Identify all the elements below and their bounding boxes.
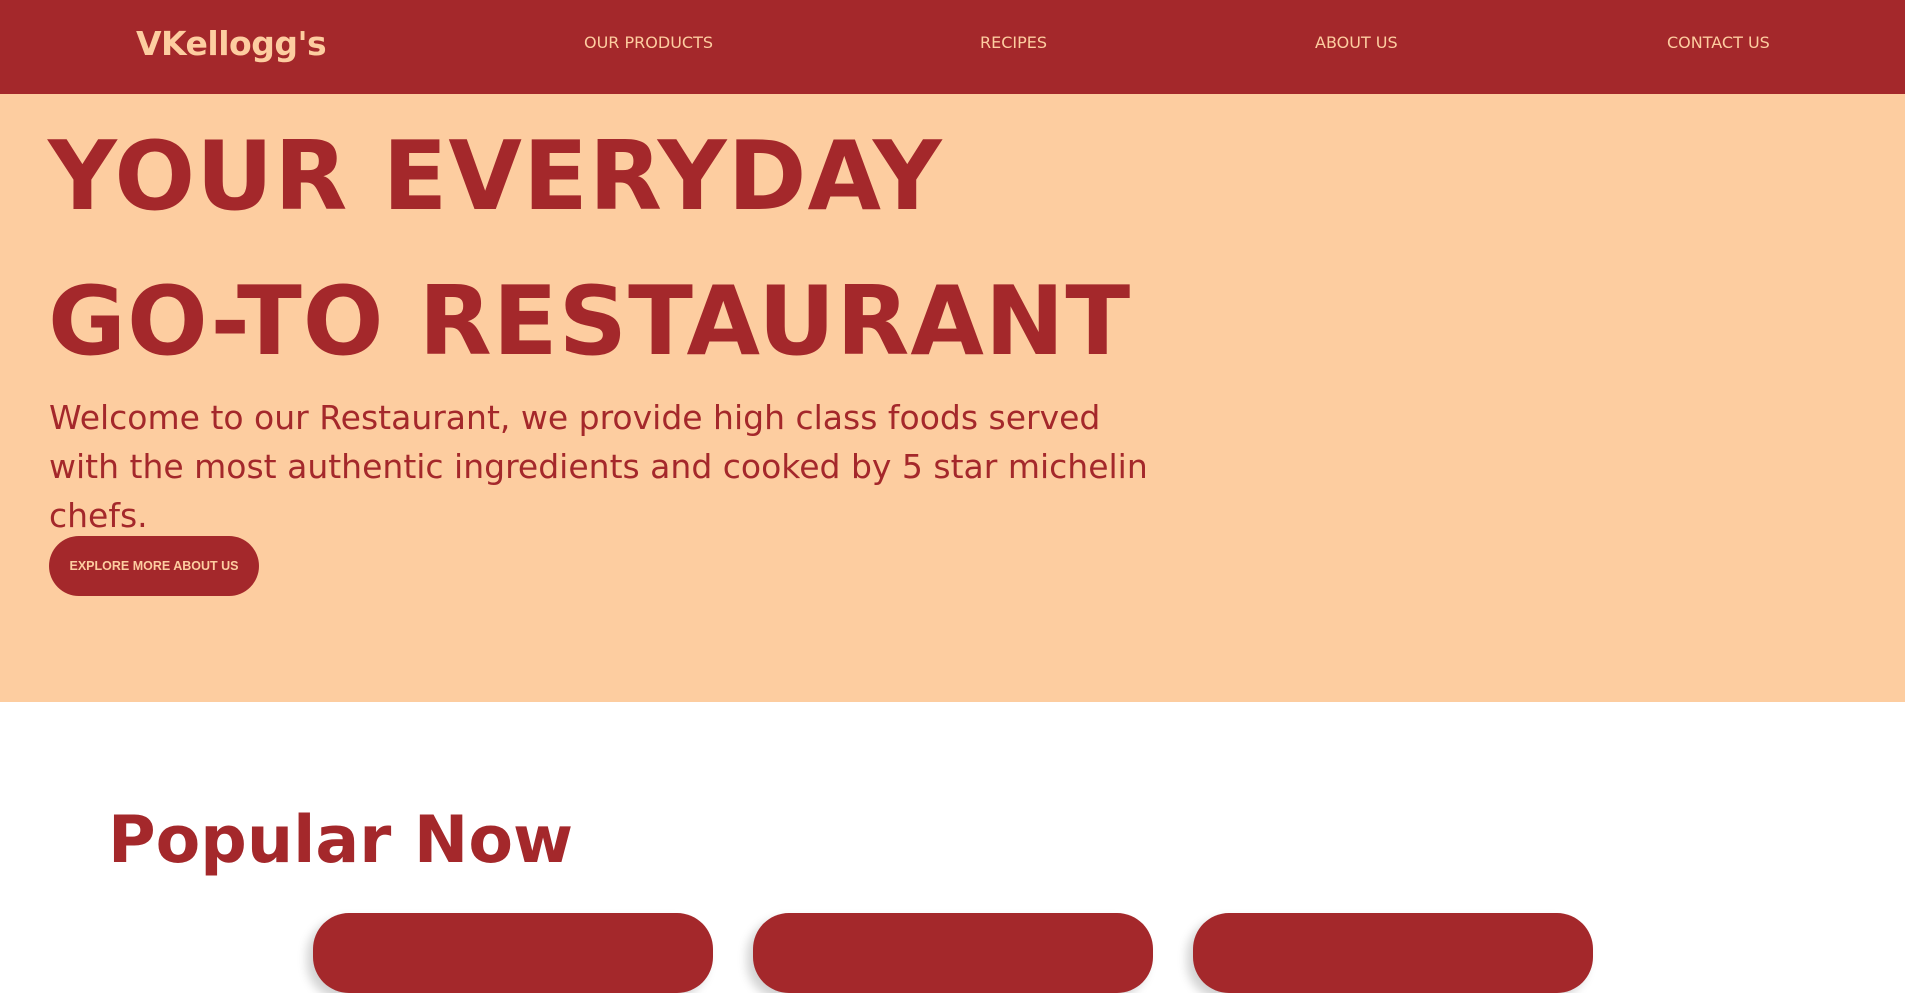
- nav-link-recipes[interactable]: RECIPES: [980, 33, 1047, 52]
- popular-card-3[interactable]: [1193, 913, 1593, 993]
- hero-heading-line-2: GO-TO RESTAURANT: [48, 267, 1132, 377]
- brand-logo[interactable]: VKellogg's: [136, 24, 327, 63]
- top-navbar: VKellogg's OUR PRODUCTS RECIPES ABOUT US…: [0, 0, 1905, 94]
- explore-more-button[interactable]: EXPLORE MORE ABOUT US: [49, 536, 259, 596]
- hero-section: YOUR EVERYDAY GO-TO RESTAURANT Welcome t…: [0, 94, 1905, 702]
- nav-link-our-products[interactable]: OUR PRODUCTS: [584, 33, 713, 52]
- popular-card-2[interactable]: [753, 913, 1153, 993]
- popular-title: Popular Now: [108, 803, 574, 878]
- nav-link-about-us[interactable]: ABOUT US: [1315, 33, 1398, 52]
- popular-card-1[interactable]: [313, 913, 713, 993]
- nav-link-contact-us[interactable]: CONTACT US: [1667, 33, 1770, 52]
- hero-description: Welcome to our Restaurant, we provide hi…: [49, 398, 1148, 535]
- hero-heading-line-1: YOUR EVERYDAY: [48, 122, 943, 232]
